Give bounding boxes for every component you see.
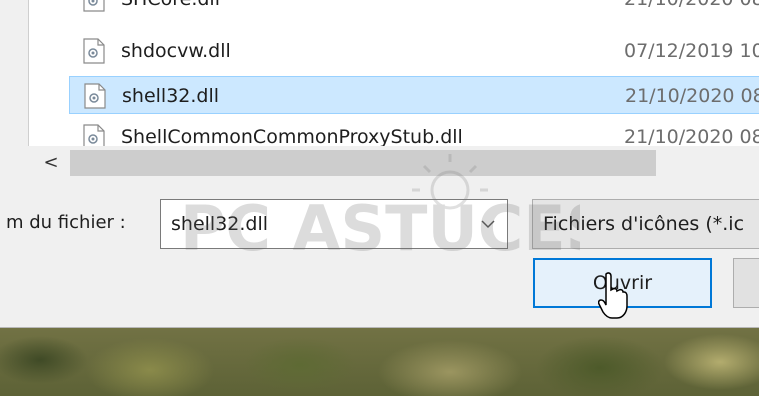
open-file-dialog: SHCore.dll 21/10/2020 08:5 shdocvw.dll 0…	[0, 0, 759, 328]
dll-file-icon	[83, 0, 105, 12]
dll-file-icon	[83, 38, 105, 64]
scroll-left-button[interactable]: <	[36, 151, 66, 175]
file-name: SHCore.dll	[121, 0, 220, 10]
chevron-down-icon[interactable]	[469, 200, 507, 248]
scroll-thumb[interactable]	[70, 150, 656, 176]
hand-pointer-icon	[598, 272, 628, 319]
filetype-select[interactable]: Fichiers d'icônes (*.ic	[532, 199, 759, 249]
file-name: shell32.dll	[122, 85, 220, 107]
dll-file-icon	[84, 83, 106, 109]
filename-combobox[interactable]: shell32.dll	[160, 199, 508, 249]
file-date: 21/10/2020 08:5	[625, 85, 759, 107]
file-row[interactable]: shdocvw.dll 07/12/2019 10:0	[69, 32, 759, 70]
filetype-value: Fichiers d'icônes (*.ic	[543, 213, 745, 235]
file-date: 21/10/2020 08:5	[624, 126, 759, 148]
file-date: 07/12/2019 10:0	[624, 40, 759, 62]
filename-label: m du fichier :	[6, 212, 126, 233]
file-row[interactable]: SHCore.dll 21/10/2020 08:5	[69, 0, 759, 18]
file-row-selected[interactable]: shell32.dll 21/10/2020 08:5	[69, 76, 759, 114]
horizontal-scrollbar[interactable]: <	[28, 146, 759, 180]
cancel-button[interactable]	[733, 258, 759, 308]
file-name: shdocvw.dll	[121, 40, 231, 62]
filename-input[interactable]: shell32.dll	[171, 213, 268, 235]
file-name: ShellCommonCommonProxyStub.dll	[121, 126, 463, 148]
file-date: 21/10/2020 08:5	[624, 0, 759, 10]
